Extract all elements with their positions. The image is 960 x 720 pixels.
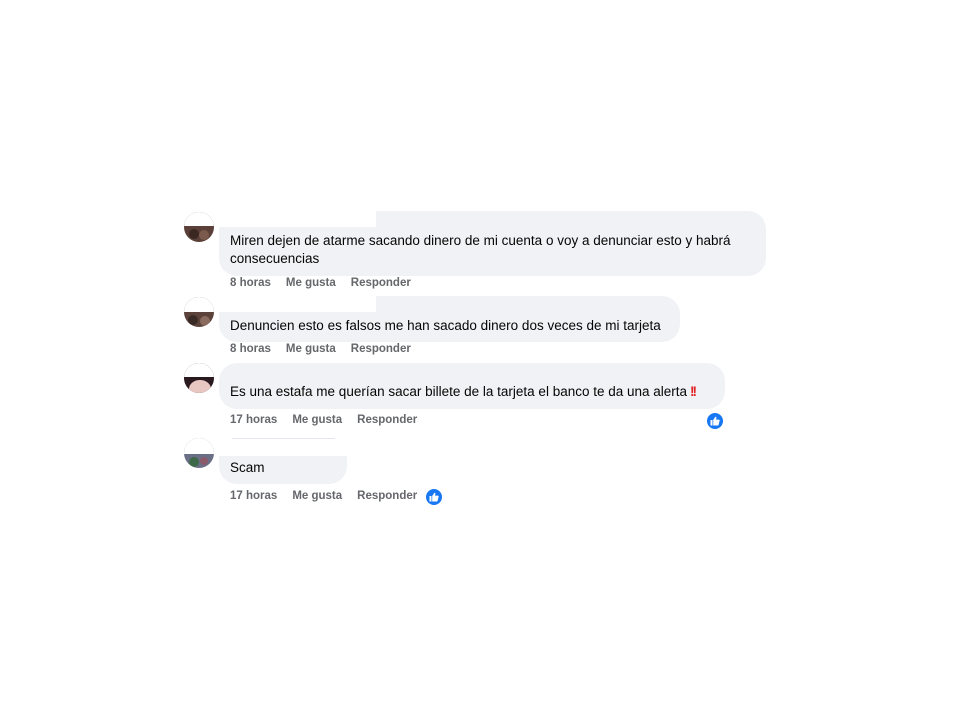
- comment-timestamp[interactable]: 17 horas: [230, 414, 277, 426]
- thumbs-up-icon[interactable]: [426, 489, 442, 505]
- like-button[interactable]: Me gusta: [286, 343, 336, 355]
- comment-timestamp[interactable]: 17 horas: [230, 490, 277, 502]
- comment-actions: 8 horas Me gusta Responder: [230, 277, 411, 289]
- like-button[interactable]: Me gusta: [292, 414, 342, 426]
- reply-button[interactable]: Responder: [351, 277, 411, 289]
- reply-button[interactable]: Responder: [357, 490, 417, 502]
- thumbs-up-icon[interactable]: [707, 413, 723, 429]
- double-exclamation-emoji: !!: [690, 384, 697, 399]
- separator: [232, 438, 335, 439]
- avatar[interactable]: [184, 212, 214, 242]
- comment-actions: 17 horas Me gusta Responder: [230, 414, 417, 426]
- avatar[interactable]: [184, 297, 214, 327]
- like-button[interactable]: Me gusta: [292, 490, 342, 502]
- comment-text: Es una estafa me querían sacar billete d…: [230, 363, 714, 401]
- reply-button[interactable]: Responder: [351, 343, 411, 355]
- comment-bubble: Scam: [219, 456, 347, 484]
- avatar[interactable]: [184, 363, 214, 393]
- author-name-redacted: [219, 211, 376, 227]
- comment-timestamp[interactable]: 8 horas: [230, 343, 271, 355]
- comments-thread: Miren dejen de atarme sacando dinero de …: [0, 0, 960, 720]
- comment-timestamp[interactable]: 8 horas: [230, 277, 271, 289]
- comment-bubble: Denuncien esto es falsos me han sacado d…: [219, 296, 680, 342]
- comment-bubble: Miren dejen de atarme sacando dinero de …: [219, 211, 766, 276]
- comment-actions: 17 horas Me gusta Responder: [230, 490, 417, 502]
- comment-actions: 8 horas Me gusta Responder: [230, 343, 411, 355]
- comment-text-body: Es una estafa me querían sacar billete d…: [230, 384, 688, 399]
- like-button[interactable]: Me gusta: [286, 277, 336, 289]
- author-name-redacted: [219, 296, 376, 312]
- avatar[interactable]: [184, 438, 214, 468]
- comment-bubble: Es una estafa me querían sacar billete d…: [219, 363, 725, 409]
- comment-text: Scam: [230, 460, 265, 475]
- reply-button[interactable]: Responder: [357, 414, 417, 426]
